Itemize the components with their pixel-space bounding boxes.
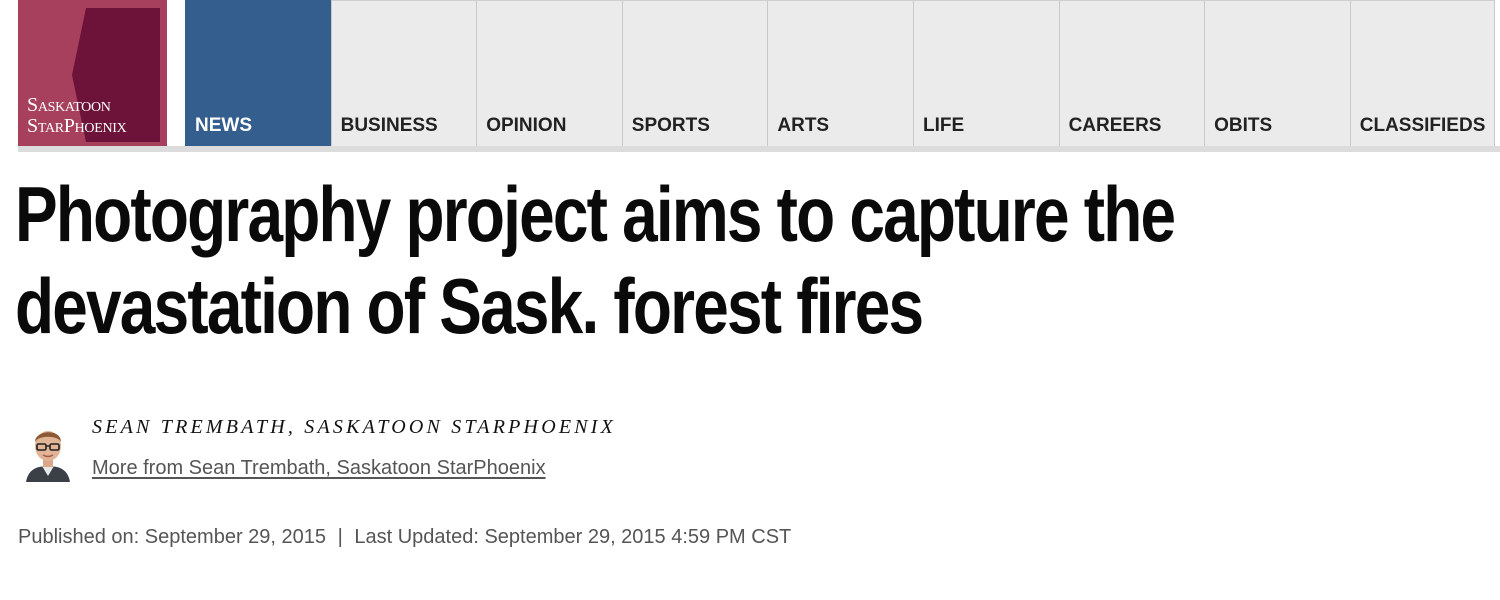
published-date: September 29, 2015 (144, 526, 327, 548)
article-dates: Published on: September 29, 2015 | Last … (18, 526, 791, 549)
nav-item-life[interactable]: LIFE (912, 0, 1059, 147)
nav-item-careers[interactable]: CAREERS (1058, 0, 1205, 147)
nav-item-label: LIFE (922, 115, 965, 136)
logo-line-1: Saskatoon (27, 94, 111, 116)
nav-item-business[interactable]: BUSINESS (330, 0, 477, 147)
logo-line-2: StarPhoenix (27, 115, 127, 137)
nav-item-sports[interactable]: SPORTS (621, 0, 768, 147)
updated-date: September 29, 2015 4:59 PM CST (484, 526, 792, 548)
article-headline: Photography project aims to capture the … (15, 170, 1176, 350)
nav-item-opinion[interactable]: OPINION (476, 0, 622, 147)
nav-item-arts[interactable]: ARTS (767, 0, 913, 147)
header-divider (18, 146, 1500, 152)
published-label: Published on: (18, 526, 140, 548)
more-from-author-link[interactable]: More from Sean Trembath, Saskatoon StarP… (92, 457, 546, 480)
nav-item-label: BUSINESS (340, 115, 438, 136)
nav-item-label: NEWS (195, 115, 252, 136)
updated-label: Last Updated: (354, 526, 479, 548)
nav-item-label: ARTS (777, 115, 830, 136)
nav-item-obits[interactable]: OBITS (1204, 0, 1350, 147)
nav-item-label: CLASSIFIEDS (1359, 115, 1486, 136)
nav-item-news[interactable]: NEWS (185, 0, 331, 147)
byline-author: SEAN TREMBATH, SASKATOON STARPHOENIX (92, 416, 617, 438)
logo-wordmark: Saskatoon StarPhoenix (27, 94, 127, 137)
author-avatar-icon (22, 420, 74, 482)
date-separator: | (337, 526, 343, 548)
site-logo[interactable]: Saskatoon StarPhoenix (18, 0, 167, 147)
author-avatar[interactable] (22, 420, 74, 482)
nav-item-classifieds[interactable]: CLASSIFIEDS (1349, 0, 1496, 147)
nav-item-label: OPINION (486, 115, 567, 136)
main-nav: NEWS BUSINESS OPINION SPORTS ARTS LIFE C… (185, 0, 1496, 147)
nav-item-label: CAREERS (1068, 115, 1162, 136)
nav-item-label: SPORTS (631, 115, 710, 136)
nav-item-label: OBITS (1214, 115, 1273, 136)
